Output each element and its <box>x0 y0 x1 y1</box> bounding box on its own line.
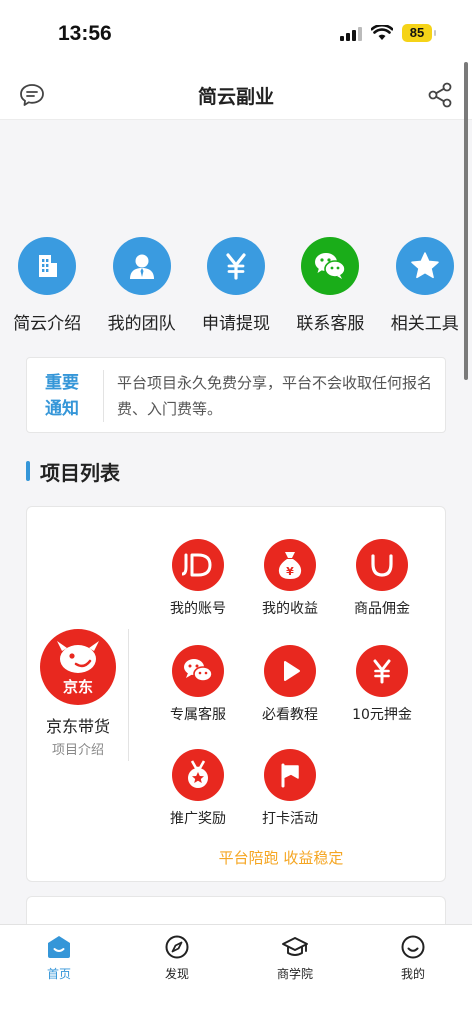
section-header: 项目列表 <box>26 456 120 486</box>
project-action-tutorial[interactable]: 必看教程 <box>245 645 335 724</box>
share-icon[interactable] <box>426 81 454 109</box>
project-action-label: 推广奖励 <box>170 811 226 827</box>
compass-icon <box>165 935 189 959</box>
notice-divider <box>103 370 104 422</box>
project-action-label: 打卡活动 <box>262 811 318 827</box>
wechat-icon <box>301 237 360 295</box>
home-icon <box>48 936 70 958</box>
project-slogan: 平台陪跑 收益稳定 <box>218 849 344 867</box>
quick-action-intro[interactable]: 简云介绍 <box>1 237 93 337</box>
chat-icon <box>172 645 224 697</box>
notice-text: 平台项目永久免费分享，平台不会收取任何报名费、入门费等。 <box>117 374 433 418</box>
project-name: 京东带货 <box>45 717 110 736</box>
yen-icon <box>206 237 265 295</box>
notice-tag: 重要通知 <box>45 373 79 419</box>
section-title: 项目列表 <box>40 460 120 485</box>
section-accent-bar <box>26 461 30 481</box>
quick-action-tools[interactable]: 相关工具 <box>379 237 471 337</box>
project-action-label: 专属客服 <box>170 707 226 723</box>
tab-label: 首页 <box>46 967 71 981</box>
card-divider <box>128 629 129 761</box>
quick-action-support[interactable]: 联系客服 <box>284 237 376 337</box>
tab-home[interactable]: 首页 <box>0 925 118 1024</box>
project-action-label: 商品佣金 <box>354 601 410 617</box>
money-bag-icon: ¥ <box>264 539 316 591</box>
project-action-label: 我的账号 <box>170 601 226 617</box>
important-notice[interactable]: 重要通知 平台项目永久免费分享，平台不会收取任何报名费、入门费等。 <box>26 357 446 433</box>
project-intro-link[interactable]: 项目介绍 <box>27 739 129 758</box>
tab-label: 发现 <box>164 967 189 981</box>
project-action-support[interactable]: 专属客服 <box>153 645 243 724</box>
page-title: 简云副业 <box>197 86 274 108</box>
tab-label: 商学院 <box>276 967 313 981</box>
star-icon <box>395 237 454 295</box>
status-icons: 85 <box>340 24 436 42</box>
flag-icon <box>264 749 316 801</box>
quick-actions: 简云介绍 我的团队 申请提现 联系客服 相关工具 <box>0 237 472 337</box>
jd-logo-text: 京东 <box>63 678 93 696</box>
quick-action-label: 我的团队 <box>107 314 176 334</box>
quick-action-team[interactable]: 我的团队 <box>96 237 188 337</box>
project-action-account[interactable]: 我的账号 <box>153 539 243 618</box>
quick-action-label: 申请提现 <box>201 314 270 334</box>
building-icon <box>18 237 77 295</box>
svg-text:¥: ¥ <box>286 565 294 578</box>
project-action-label: 必看教程 <box>262 707 318 723</box>
tab-academy[interactable]: 商学院 <box>236 925 354 1024</box>
signal-icon <box>340 25 362 41</box>
tab-label: 我的 <box>400 967 425 981</box>
user-icon <box>112 237 171 295</box>
yen-icon <box>356 645 408 697</box>
quick-action-label: 相关工具 <box>390 314 459 334</box>
jd-icon <box>172 539 224 591</box>
project-action-label: 10元押金 <box>352 707 412 723</box>
play-icon <box>264 645 316 697</box>
tab-profile[interactable]: 我的 <box>354 925 472 1024</box>
graduation-cap-icon <box>282 937 308 956</box>
project-action-label: 我的收益 <box>262 601 318 617</box>
smile-icon <box>356 539 408 591</box>
jd-logo-icon[interactable]: 京东 <box>40 629 116 705</box>
status-bar: 13:56 85 <box>0 0 472 70</box>
status-time: 13:56 <box>58 22 112 45</box>
project-action-checkin[interactable]: 打卡活动 <box>245 749 335 828</box>
profile-icon <box>401 935 425 959</box>
project-action-commission[interactable]: 商品佣金 <box>337 539 427 618</box>
project-action-earnings[interactable]: ¥ 我的收益 <box>245 539 335 618</box>
nav-bar: 简云副业 <box>0 70 472 120</box>
project-card-jd: 京东 京东带货 项目介绍 我的账号 ¥ 我的收益 商品佣金 专属客服 必看教程 … <box>26 506 446 882</box>
project-action-reward[interactable]: 推广奖励 <box>153 749 243 828</box>
bottom-tab-bar: 首页 发现 商学院 我的 <box>0 924 472 1024</box>
tab-discover[interactable]: 发现 <box>118 925 236 1024</box>
quick-action-label: 联系客服 <box>296 314 365 334</box>
medal-icon <box>172 749 224 801</box>
quick-action-label: 简云介绍 <box>13 314 82 334</box>
project-action-deposit[interactable]: 10元押金 <box>337 645 427 724</box>
battery-indicator: 85 <box>402 24 436 42</box>
quick-action-withdraw[interactable]: 申请提现 <box>190 237 282 337</box>
wifi-icon <box>371 25 393 40</box>
